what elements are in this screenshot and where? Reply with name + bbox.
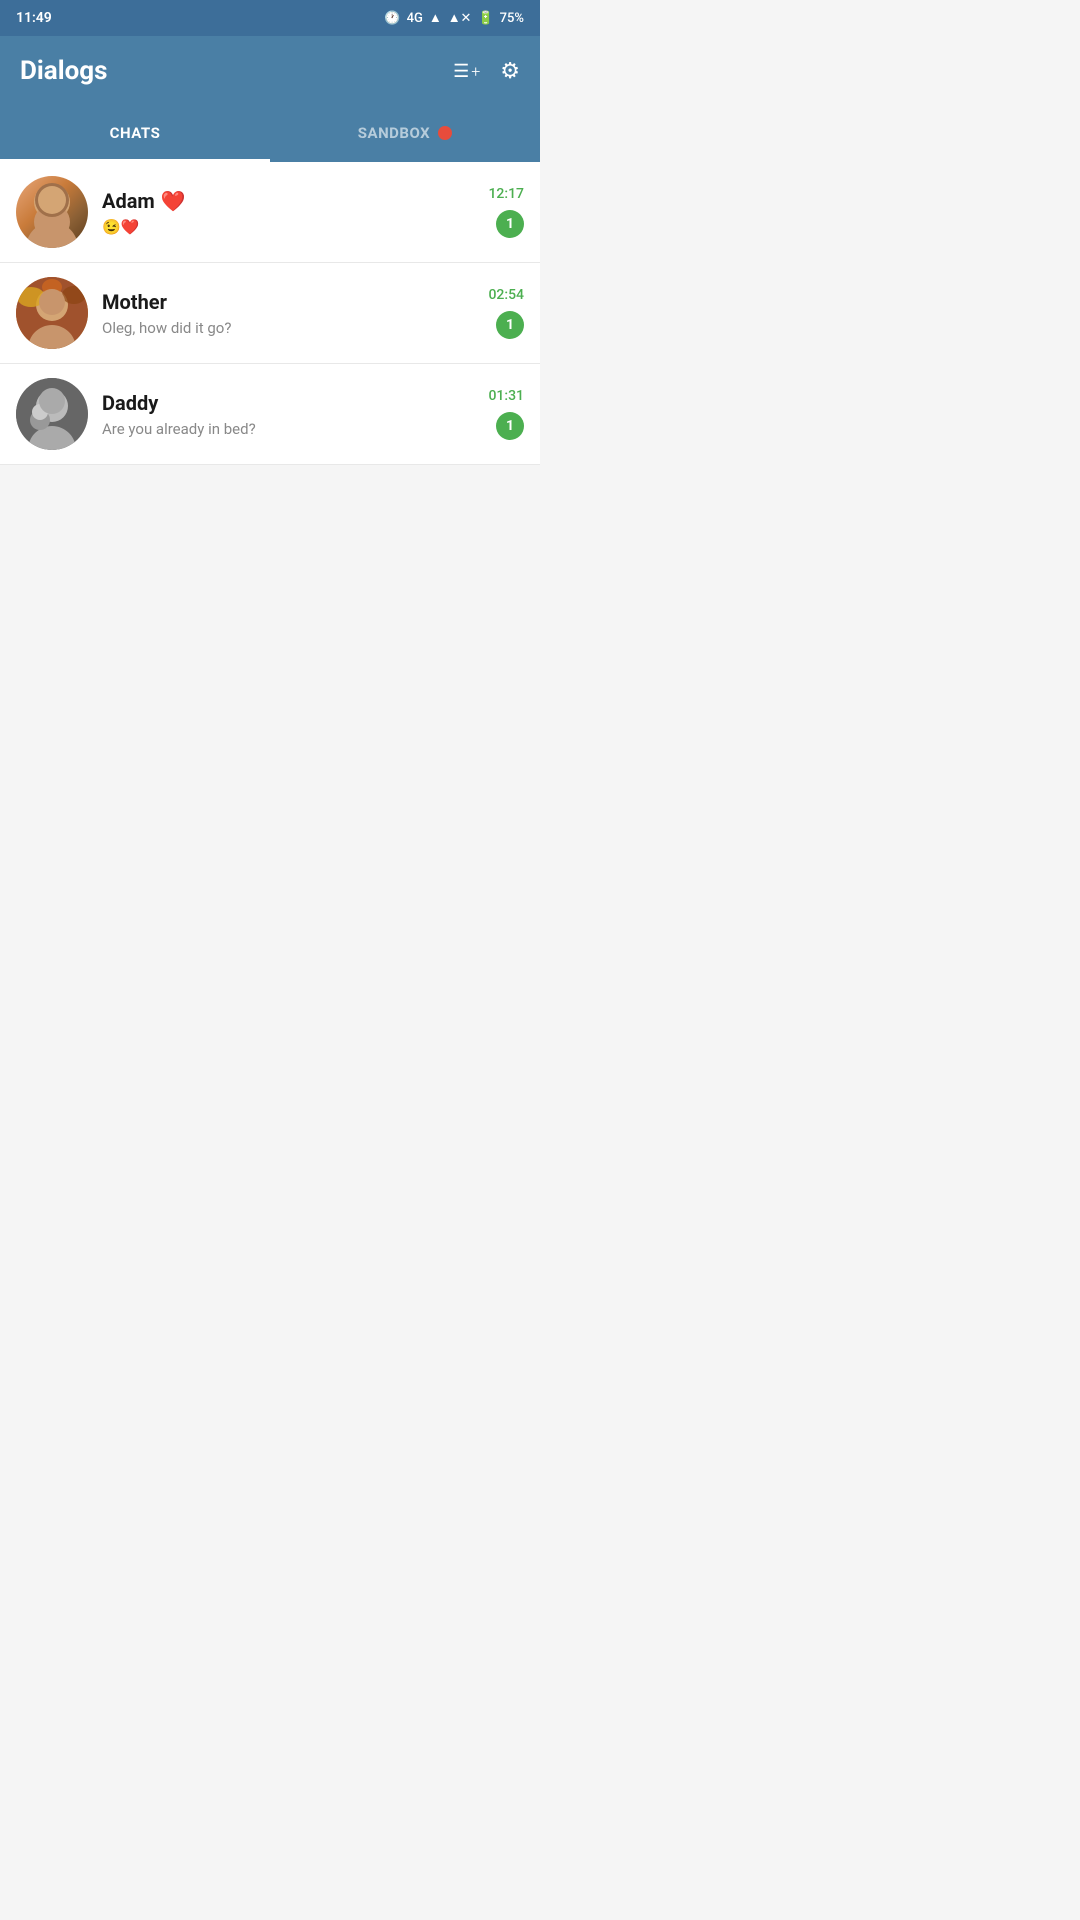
network-label: 4G bbox=[407, 11, 423, 26]
chat-content-adam: Adam ❤️ 😉❤️ bbox=[102, 189, 474, 236]
status-bar: 11:49 🕐 4G ▲ ▲✕ 🔋 75% bbox=[0, 0, 540, 36]
tab-sandbox-label: SANDBOX bbox=[358, 124, 430, 142]
chat-preview-adam: 😉❤️ bbox=[102, 218, 474, 236]
chat-name-row-adam: Adam ❤️ bbox=[102, 189, 474, 213]
chat-item-mother[interactable]: Mother Oleg, how did it go? 02:54 1 bbox=[0, 263, 540, 364]
chat-time-adam: 12:17 bbox=[488, 186, 524, 202]
signal-icon: ▲ bbox=[429, 10, 442, 26]
tab-sandbox[interactable]: SANDBOX bbox=[270, 106, 540, 159]
chat-name-row-daddy: Daddy bbox=[102, 391, 474, 415]
chat-name-emoji-adam: ❤️ bbox=[161, 189, 186, 213]
app-title: Dialogs bbox=[20, 56, 107, 86]
chat-time-mother: 02:54 bbox=[488, 287, 524, 303]
app-bar: Dialogs ☰+ ⚙ bbox=[0, 36, 540, 106]
chat-content-daddy: Daddy Are you already in bed? bbox=[102, 391, 474, 438]
alarm-icon: 🕐 bbox=[384, 11, 400, 26]
chat-meta-adam: 12:17 1 bbox=[488, 186, 524, 238]
chat-preview-daddy: Are you already in bed? bbox=[102, 420, 474, 438]
chat-preview-mother: Oleg, how did it go? bbox=[102, 319, 474, 337]
avatar-adam bbox=[16, 176, 88, 248]
tab-chats[interactable]: CHATS bbox=[0, 106, 270, 159]
chat-item-daddy[interactable]: Daddy Are you already in bed? 01:31 1 bbox=[0, 364, 540, 465]
status-time: 11:49 bbox=[16, 10, 52, 26]
chat-content-mother: Mother Oleg, how did it go? bbox=[102, 290, 474, 337]
unread-badge-mother: 1 bbox=[496, 311, 524, 339]
settings-button[interactable]: ⚙ bbox=[500, 59, 520, 84]
unread-badge-adam: 1 bbox=[496, 210, 524, 238]
chat-time-daddy: 01:31 bbox=[488, 388, 524, 404]
unread-badge-daddy: 1 bbox=[496, 412, 524, 440]
avatar-mother bbox=[16, 277, 88, 349]
new-chat-button[interactable]: ☰+ bbox=[453, 61, 480, 82]
app-bar-actions: ☰+ ⚙ bbox=[453, 59, 520, 84]
chat-meta-daddy: 01:31 1 bbox=[488, 388, 524, 440]
chat-name-daddy: Daddy bbox=[102, 391, 158, 415]
status-right-icons: 🕐 4G ▲ ▲✕ 🔋 75% bbox=[384, 10, 524, 26]
chat-meta-mother: 02:54 1 bbox=[488, 287, 524, 339]
chat-name-row-mother: Mother bbox=[102, 290, 474, 314]
chat-name-mother: Mother bbox=[102, 290, 167, 314]
chat-item-adam[interactable]: Adam ❤️ 😉❤️ 12:17 1 bbox=[0, 162, 540, 263]
tab-chats-label: CHATS bbox=[110, 124, 161, 142]
tabs-bar: CHATS SANDBOX bbox=[0, 106, 540, 162]
avatar-daddy bbox=[16, 378, 88, 450]
signal-x-icon: ▲✕ bbox=[448, 10, 472, 26]
sandbox-notification-dot bbox=[438, 126, 452, 140]
chat-list: Adam ❤️ 😉❤️ 12:17 1 Mothe bbox=[0, 162, 540, 465]
battery-icon: 🔋 bbox=[477, 11, 493, 26]
chat-name-adam: Adam bbox=[102, 189, 155, 213]
battery-label: 75% bbox=[500, 11, 524, 26]
